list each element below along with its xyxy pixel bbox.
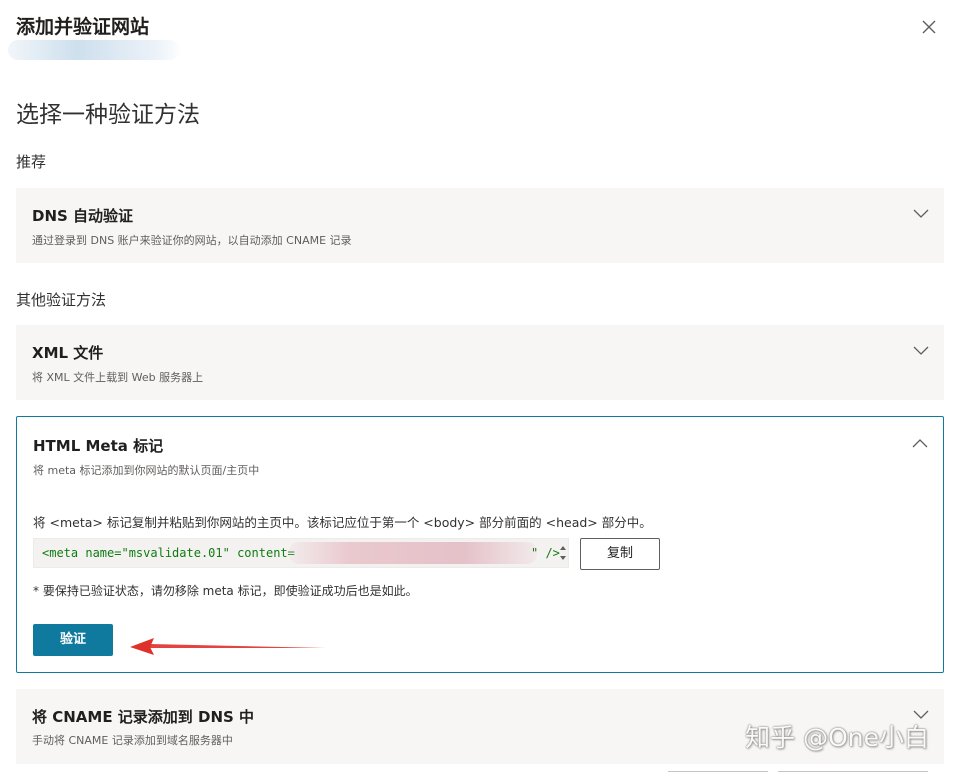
- redacted-site-url: [8, 40, 180, 60]
- footer-button-edge[interactable]: [778, 771, 928, 776]
- meta-tag-text: <meta name="msvalidate.01" content=: [42, 546, 295, 560]
- chevron-down-icon: [913, 209, 929, 218]
- method-title: HTML Meta 标记: [33, 437, 164, 455]
- annotation-arrow-icon: [130, 638, 326, 655]
- method-card-html-meta: HTML Meta 标记 将 meta 标记添加到你网站的默认页面/主页中 将 …: [16, 416, 944, 673]
- scroll-arrows-icon[interactable]: [557, 541, 569, 565]
- redacted-meta-content: [289, 542, 537, 564]
- method-subtitle: 手动将 CNAME 记录添加到域名服务器中: [32, 734, 233, 747]
- copy-button[interactable]: 复制: [580, 538, 660, 570]
- method-card-xml-file[interactable]: XML 文件 将 XML 文件上载到 Web 服务器上: [16, 325, 944, 400]
- method-subtitle: 将 XML 文件上载到 Web 服务器上: [32, 371, 204, 384]
- close-button[interactable]: [918, 16, 940, 38]
- chevron-down-icon: [913, 346, 929, 355]
- recommended-section-label: 推荐: [16, 153, 47, 171]
- meta-keep-note: * 要保持已验证状态，请勿移除 meta 标记，即使验证成功后也是如此。: [33, 584, 418, 598]
- method-title: 将 CNAME 记录添加到 DNS 中: [32, 708, 255, 726]
- footer-button-edge[interactable]: [668, 771, 768, 776]
- verify-button[interactable]: 验证: [33, 624, 113, 656]
- watermark: 知乎 @One小白: [745, 723, 929, 752]
- meta-instructions: 将 <meta> 标记复制并粘贴到你网站的主页中。该标记应位于第一个 <body…: [33, 515, 652, 530]
- meta-tag-tail: " />: [531, 546, 560, 560]
- close-icon: [922, 20, 936, 34]
- method-subtitle: 将 meta 标记添加到你网站的默认页面/主页中: [33, 464, 260, 477]
- method-subtitle: 通过登录到 DNS 账户来验证你的网站，以自动添加 CNAME 记录: [32, 234, 352, 247]
- other-methods-section-label: 其他验证方法: [16, 291, 107, 309]
- meta-tag-textbox[interactable]: <meta name="msvalidate.01" content= " />: [33, 538, 569, 568]
- method-title: XML 文件: [32, 344, 104, 362]
- dialog-title: 添加并验证网站: [16, 16, 150, 38]
- chevron-up-icon[interactable]: [911, 437, 929, 449]
- page-heading: 选择一种验证方法: [16, 102, 200, 128]
- method-card-dns-auto[interactable]: DNS 自动验证 通过登录到 DNS 账户来验证你的网站，以自动添加 CNAME…: [16, 188, 944, 263]
- method-title: DNS 自动验证: [32, 207, 134, 225]
